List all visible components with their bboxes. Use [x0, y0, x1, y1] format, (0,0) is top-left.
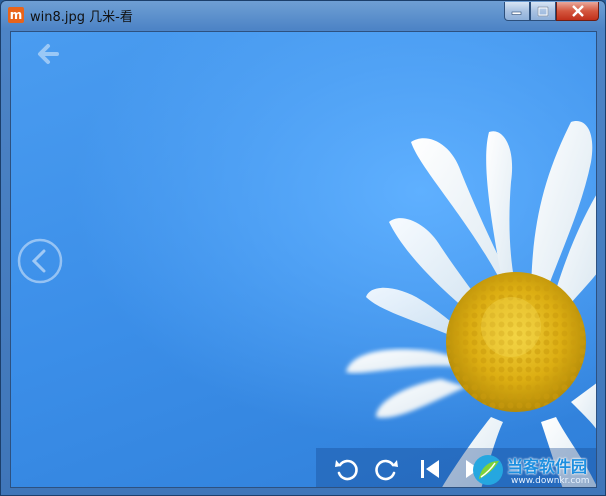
displayed-image: [346, 121, 596, 487]
rotate-right-icon[interactable]: [374, 456, 400, 482]
window-controls: [504, 2, 599, 21]
minimize-icon: [511, 11, 522, 15]
image-canvas[interactable]: [10, 31, 597, 488]
viewer-window: m win8.jpg 几米-看 当客软件园 www.downkr.com: [0, 0, 606, 496]
maximize-button[interactable]: [530, 2, 556, 21]
minimize-button[interactable]: [504, 2, 530, 21]
previous-image-icon[interactable]: [16, 237, 64, 285]
title-bar[interactable]: m win8.jpg 几米-看: [1, 1, 605, 29]
close-icon: [571, 5, 584, 17]
daisy-flower: [346, 121, 596, 487]
app-icon[interactable]: m: [8, 7, 24, 23]
maximize-icon: [537, 6, 549, 16]
skip-previous-icon[interactable]: [417, 456, 443, 482]
window-title: win8.jpg 几米-看: [30, 10, 133, 25]
watermark-logo-icon: [473, 455, 503, 485]
back-arrow-icon[interactable]: [31, 36, 67, 72]
watermark-url: www.downkr.com: [511, 476, 590, 486]
close-button[interactable]: [556, 2, 599, 21]
watermark: 当客软件园 www.downkr.com: [471, 453, 603, 493]
watermark-text: 当客软件园: [507, 457, 588, 476]
rotate-left-icon[interactable]: [333, 456, 359, 482]
